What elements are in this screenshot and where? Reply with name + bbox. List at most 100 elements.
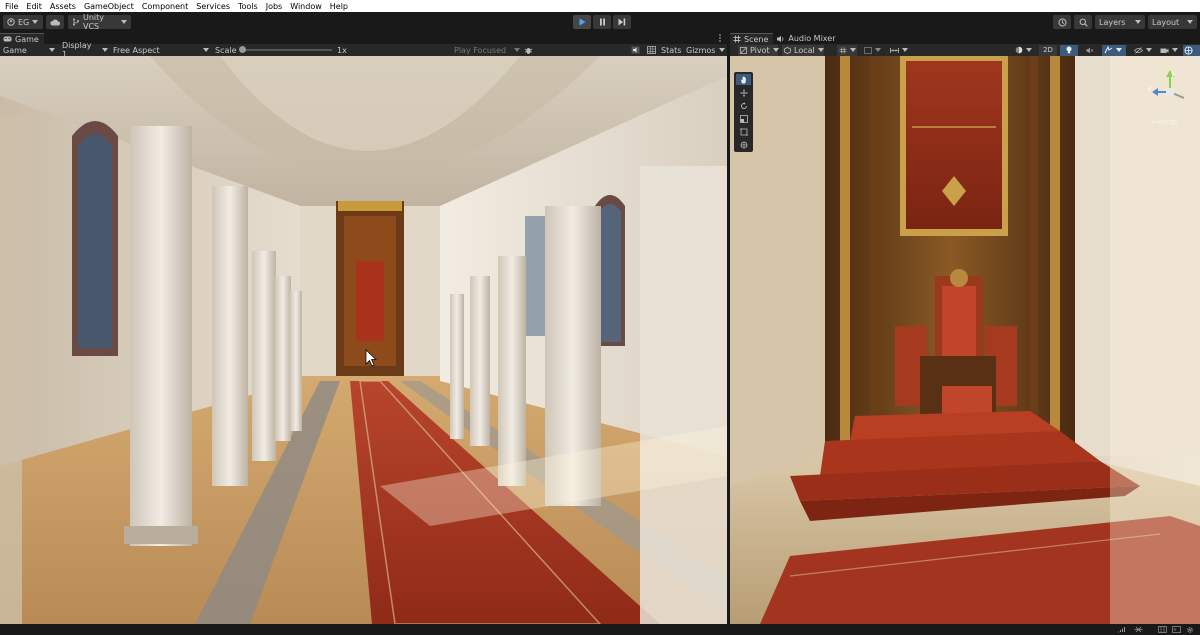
- layout-dropdown[interactable]: Layout: [1148, 15, 1197, 29]
- grid-status-icon[interactable]: [1158, 626, 1167, 635]
- scene-panel-tabs: Scene Audio Mixer: [730, 32, 1200, 44]
- scale-icon: [739, 114, 748, 123]
- tab-scene[interactable]: Scene: [730, 33, 774, 44]
- scene-viewport[interactable]: z y ←Persp: [730, 56, 1200, 624]
- increment-snap-dropdown[interactable]: [888, 45, 910, 56]
- persp-label[interactable]: ←Persp: [1152, 118, 1177, 126]
- cloud-button[interactable]: [46, 15, 64, 29]
- pause-button[interactable]: [593, 15, 611, 29]
- game-view-toolbar: Game Display 1 Free Aspect Scale 1x Play…: [0, 41, 727, 59]
- ruler-icon: [890, 47, 899, 54]
- hand-tool-button[interactable]: [736, 74, 751, 85]
- chevron-down-icon: [719, 48, 725, 52]
- snap-increment-icon: [864, 46, 872, 54]
- rect-transform-icon: [739, 127, 748, 136]
- vcs-dropdown[interactable]: Unity VCS: [68, 13, 131, 31]
- toggle-2d-button[interactable]: 2D: [1039, 44, 1057, 56]
- scale-tool-button[interactable]: [736, 113, 751, 124]
- stats-button[interactable]: Stats: [661, 46, 681, 55]
- chevron-down-icon: [1146, 48, 1152, 52]
- search-button[interactable]: [1074, 15, 1092, 29]
- draw-mode-dropdown[interactable]: [1013, 45, 1035, 56]
- vcs-label: Unity VCS: [83, 13, 105, 31]
- rotate-tool-button[interactable]: [736, 100, 751, 111]
- gizmos-toggle[interactable]: [1183, 44, 1200, 56]
- menu-assets[interactable]: Assets: [50, 2, 76, 11]
- rotate-icon: [740, 101, 748, 110]
- chevron-down-icon: [1172, 48, 1178, 52]
- account-dropdown[interactable]: EG: [3, 15, 43, 29]
- effects-dropdown[interactable]: [1102, 44, 1126, 56]
- settings-icon[interactable]: [1186, 626, 1194, 635]
- axis-gizmo-icon: z y: [1148, 70, 1185, 99]
- menu-file[interactable]: File: [5, 2, 18, 11]
- chevron-down-icon: [850, 48, 856, 52]
- step-icon: [618, 18, 626, 26]
- pivot-dropdown[interactable]: Pivot: [738, 44, 779, 56]
- audio-mixer-icon: [776, 35, 785, 43]
- menu-help[interactable]: Help: [330, 2, 348, 11]
- chevron-down-icon: [772, 48, 779, 52]
- menu-gameobject[interactable]: GameObject: [84, 2, 134, 11]
- menu-jobs[interactable]: Jobs: [266, 2, 283, 11]
- rect-tool-button[interactable]: [736, 126, 751, 137]
- snap-increment-dropdown[interactable]: [862, 45, 882, 56]
- step-button[interactable]: [613, 15, 631, 29]
- tab-game-label: Game: [15, 34, 39, 44]
- svg-text:z: z: [1148, 85, 1151, 92]
- play-icon: [579, 18, 586, 26]
- game-mode-dropdown[interactable]: Game: [3, 46, 55, 55]
- chevron-down-icon: [817, 48, 824, 52]
- tab-audio-mixer[interactable]: Audio Mixer: [773, 33, 841, 44]
- chevron-down-icon: [102, 48, 108, 52]
- gizmo-globe-icon: [1184, 45, 1193, 55]
- shading-sphere-icon: [1015, 46, 1023, 54]
- transform-tool-button[interactable]: [736, 139, 751, 150]
- chevron-down-icon: [32, 20, 39, 24]
- gamepad-icon: [3, 36, 12, 42]
- layers-label: Layers: [1099, 17, 1126, 27]
- scene-visibility-dropdown[interactable]: [1132, 45, 1154, 56]
- menu-component[interactable]: Component: [142, 2, 188, 11]
- menu-edit[interactable]: Edit: [26, 2, 42, 11]
- gizmos-dropdown[interactable]: Gizmos: [686, 46, 725, 55]
- menu-window[interactable]: Window: [290, 2, 322, 11]
- grid-icon[interactable]: [647, 46, 656, 56]
- tab-game[interactable]: Game: [0, 33, 44, 44]
- transform-icon: [740, 141, 748, 149]
- audio-mute-icon[interactable]: [631, 46, 640, 56]
- audio-toggle[interactable]: [1082, 45, 1098, 56]
- grid-snap-dropdown[interactable]: [837, 44, 857, 56]
- scale-slider[interactable]: [239, 46, 332, 53]
- aspect-dropdown[interactable]: Free Aspect: [113, 46, 209, 55]
- eye-hidden-icon: [1134, 46, 1143, 54]
- local-dropdown[interactable]: Local: [782, 44, 824, 56]
- layout-label: Layout: [1152, 17, 1180, 27]
- network-icon[interactable]: [1117, 626, 1126, 635]
- lighting-toggle[interactable]: [1060, 44, 1078, 56]
- effects-icon: [1104, 46, 1113, 54]
- camera-dropdown[interactable]: [1158, 45, 1180, 56]
- speaker-muted-icon: [1086, 47, 1094, 54]
- menu-tools[interactable]: Tools: [238, 2, 258, 11]
- chevron-down-icon: [1187, 20, 1193, 24]
- progress-icon[interactable]: [1134, 626, 1143, 635]
- game-viewport[interactable]: [0, 56, 727, 624]
- menu-services[interactable]: Services: [196, 2, 230, 11]
- pivot-label: Pivot: [750, 45, 770, 55]
- console-icon[interactable]: [1172, 626, 1181, 635]
- layers-dropdown[interactable]: Layers: [1095, 15, 1145, 29]
- play-button[interactable]: [573, 15, 591, 29]
- search-icon: [1079, 18, 1088, 27]
- aspect-label: Free Aspect: [113, 45, 160, 55]
- scale-slider-handle[interactable]: [239, 46, 246, 53]
- kebab-menu-icon[interactable]: [719, 34, 721, 44]
- move-tool-button[interactable]: [736, 87, 751, 98]
- pivot-icon: [740, 46, 747, 54]
- scene-grid-icon: [733, 35, 741, 43]
- chevron-down-icon: [203, 48, 209, 52]
- orientation-gizmo[interactable]: z y ←Persp: [1142, 68, 1196, 130]
- history-button[interactable]: [1053, 15, 1071, 29]
- chevron-down-icon: [49, 48, 55, 52]
- play-focused-dropdown[interactable]: Play Focused: [454, 46, 520, 55]
